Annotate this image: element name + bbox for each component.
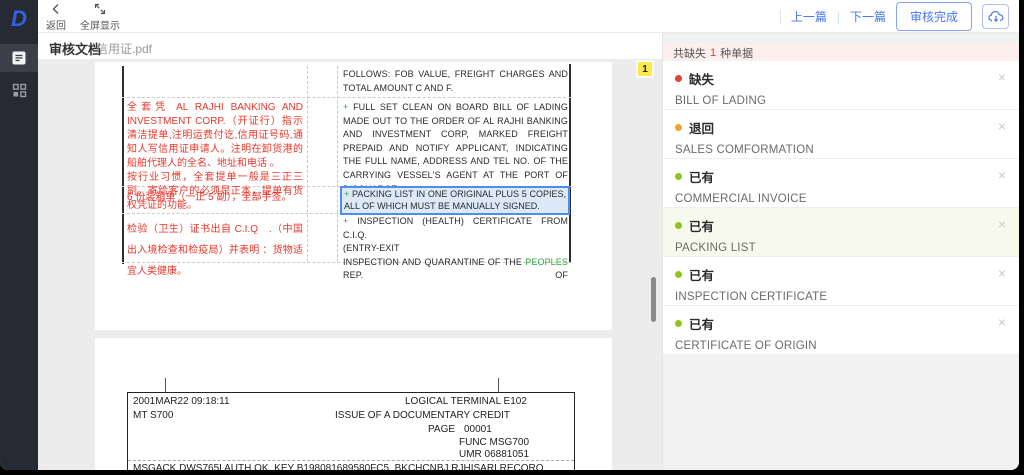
document-viewer[interactable]: 全套凭 AL RAJHI BANKING AND INVESTMENT CORP…	[38, 59, 662, 470]
toolbar-divider	[779, 9, 781, 24]
swift-umr: UMR 06881051	[459, 449, 530, 460]
document-filename: 信用证.pdf	[96, 42, 153, 56]
prev-doc-link[interactable]: 上一篇	[791, 8, 827, 25]
pdf-page-2: 2001MAR22 09:18:11 LOGICAL TERMINAL E102…	[95, 338, 612, 470]
column-tick	[498, 378, 499, 392]
dashed-divider	[128, 460, 574, 461]
sidebar: D	[0, 0, 38, 470]
table-border-left	[122, 66, 124, 264]
table-divider-dashed	[337, 66, 338, 262]
status-dot-present	[675, 271, 682, 278]
credit-text-bill-of-lading: + FULL SET CLEAN ON BOARD BILL OF LADING…	[343, 102, 568, 194]
back-label: 返回	[46, 21, 66, 32]
peoples-green-text: PEOPLES	[525, 256, 568, 267]
highlighted-packing-list-clause[interactable]: + PACKING LIST IN ONE ORIGINAL PLUS 5 CO…	[340, 186, 570, 215]
swift-message-block: 2001MAR22 09:18:11 LOGICAL TERMINAL E102…	[127, 392, 575, 470]
annotation-red-text: 6 份装箱单（一正 5 副），全部手签。	[127, 192, 292, 203]
document-scrollbar-thumb[interactable]	[651, 277, 656, 322]
review-complete-button[interactable]: 审核完成	[895, 2, 972, 31]
status-dot-present	[675, 222, 682, 229]
doc-status-item-commercial-invoice[interactable]: 已有 COMMERCIAL INVOICE ×	[663, 159, 1019, 208]
fullscreen-expand-icon	[94, 3, 106, 15]
cloud-download-icon	[987, 10, 1004, 23]
sidebar-item-documents[interactable]	[0, 44, 38, 72]
chevron-left-icon	[50, 3, 62, 15]
page-title: 审核文档	[49, 42, 102, 57]
swift-timestamp: 2001MAR22 09:18:11	[133, 396, 230, 407]
table-row-divider	[122, 213, 338, 214]
back-button[interactable]: 返回	[46, 3, 66, 32]
swift-func: FUNC MSG700	[459, 437, 530, 448]
sidebar-item-apps[interactable]	[0, 76, 38, 104]
app-logo: D	[11, 6, 27, 31]
credit-text-inspection: + INSPECTION (HEALTH) CERTIFICATE FROM C…	[343, 216, 568, 281]
table-border-right	[569, 64, 571, 262]
swift-page-label: PAGE	[428, 424, 456, 435]
missing-summary-bar: 共缺失 1 种单据	[663, 44, 1019, 61]
table-row-divider	[122, 97, 571, 98]
close-icon[interactable]: ×	[998, 315, 1006, 329]
download-button[interactable]	[982, 4, 1009, 29]
grid-apps-icon	[12, 83, 27, 98]
doc-status-item-sales-comformation[interactable]: 退回 SALES COMFORMATION ×	[663, 110, 1019, 159]
status-dot-present	[675, 320, 682, 327]
annotation-number-badge[interactable]: 1	[638, 62, 652, 76]
fullscreen-button[interactable]: 全屏显示	[80, 3, 120, 32]
document-review-icon	[11, 50, 27, 66]
swift-title: ISSUE OF A DOCUMENTARY CREDIT	[335, 410, 511, 421]
fullscreen-label: 全屏显示	[80, 21, 120, 32]
column-tick	[165, 378, 166, 392]
status-dot-missing	[675, 75, 682, 82]
doc-status-item-certificate-of-origin[interactable]: 已有 CERTIFICATE OF ORIGIN ×	[663, 306, 1019, 355]
credit-text-follows: FOLLOWS: FOB VALUE, FREIGHT CHARGES AND …	[343, 69, 568, 93]
top-toolbar: 返回 全屏显示 上一篇 | 下一篇 审核完成	[38, 0, 1019, 33]
swift-page-value: 00001	[464, 424, 492, 435]
doc-status-item-bill-of-lading[interactable]: 缺失 BILL OF LADING ×	[663, 61, 1019, 110]
missing-count: 1	[710, 46, 717, 59]
app-window: D 返回 全屏显示 上一篇 | 下一篇 审核完成 审核文档 信用证.pdf 全套…	[0, 0, 1019, 470]
annotation-red-text: 检验（卫生）证书出自 C.I.Q .（中国出入境检查和检疫局）并表明 ：货物适宜…	[127, 224, 303, 277]
table-divider-dashed	[307, 66, 308, 262]
close-icon[interactable]: ×	[998, 266, 1006, 280]
nav-separator: |	[836, 9, 840, 24]
status-dot-present	[675, 173, 682, 180]
pdf-page-1: 全套凭 AL RAJHI BANKING AND INVESTMENT CORP…	[95, 62, 612, 330]
next-doc-link[interactable]: 下一篇	[850, 8, 886, 25]
close-icon[interactable]: ×	[998, 119, 1006, 133]
swift-msgack: MSGACK DWS765I AUTH OK, KEY B19808168958…	[133, 463, 544, 470]
swift-mt: MT S700	[133, 410, 174, 421]
close-icon[interactable]: ×	[998, 70, 1006, 84]
review-result-panel: 共缺失 1 种单据 缺失 BILL OF LADING × 退回 SALES C…	[662, 33, 1019, 470]
close-icon[interactable]: ×	[998, 217, 1006, 231]
close-icon[interactable]: ×	[998, 168, 1006, 182]
swift-terminal: LOGICAL TERMINAL E102	[405, 396, 527, 407]
doc-status-item-inspection-certificate[interactable]: 已有 INSPECTION CERTIFICATE ×	[663, 257, 1019, 306]
document-header: 审核文档 信用证.pdf	[38, 33, 662, 59]
doc-status-item-packing-list[interactable]: 已有 PACKING LIST ×	[663, 208, 1019, 257]
status-dot-returned	[675, 124, 682, 131]
